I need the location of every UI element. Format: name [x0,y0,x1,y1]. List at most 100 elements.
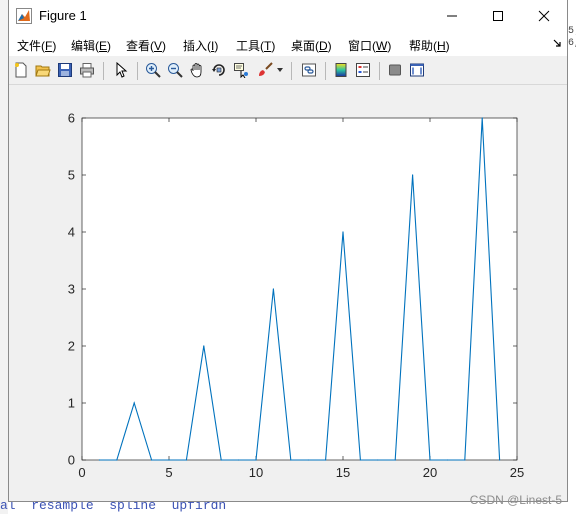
zoom-in-icon [146,63,161,78]
x-tick-label: 0 [78,465,85,480]
data-point [290,459,292,461]
open-file-icon [35,65,51,77]
figure-canvas[interactable]: 0 5 10 15 20 25 0 1 2 3 4 5 6 [9,85,567,501]
background-right-line: 5) [568,26,576,37]
data-point [307,459,309,461]
menu-help[interactable]: 帮助(H) [409,37,450,54]
data-point [203,345,205,347]
x-tick-label: 5 [165,465,172,480]
toolbar-separator [137,62,138,80]
close-button[interactable] [521,0,567,32]
y-tick-label: 5 [68,168,75,183]
data-point [151,459,153,461]
background-right-line: 6, [568,38,576,49]
save-icon [58,63,72,77]
menu-view[interactable]: 查看(V) [126,37,166,54]
data-point [394,459,396,461]
x-tick-label: 15 [336,465,350,480]
y-tick-label: 1 [68,396,75,411]
data-point [481,117,483,119]
link-plot-button[interactable] [299,60,319,80]
brush-button[interactable] [255,60,275,80]
data-point [272,288,274,290]
x-tick-label: 20 [423,465,437,480]
zoom-in-button[interactable] [143,60,163,80]
data-point [377,459,379,461]
y-tick-label: 2 [68,339,75,354]
data-point [359,459,361,461]
x-tick-label: 25 [510,465,524,480]
data-point [429,459,431,461]
background-editor-gutter [0,0,8,514]
show-plot-tools-icon [410,63,424,77]
save-button[interactable] [55,60,75,80]
menu-edit[interactable]: 编辑(E) [71,37,111,54]
data-point [185,459,187,461]
data-point [238,459,240,461]
print-button[interactable] [77,60,97,80]
data-point [499,459,501,461]
colorbar-icon [335,63,347,77]
data-cursor-button[interactable] [231,60,251,80]
data-point [255,459,257,461]
toolbar-separator [103,62,104,80]
open-file-button[interactable] [33,60,53,80]
data-point [342,231,344,233]
data-point [168,459,170,461]
data-cursor-icon [234,63,248,78]
hide-plot-tools-button[interactable] [385,60,405,80]
toolbar-separator [291,62,292,80]
menu-bar: 文件(F) 编辑(E) 查看(V) 插入(I) 工具(T) 桌面(D) 窗口(W… [9,32,567,56]
background-editor-right-text: 5) 6, [568,26,576,50]
dock-arrow-icon[interactable] [553,39,561,47]
data-point [133,402,135,404]
data-point [325,459,327,461]
watermark-text: CSDN @Linest-5 [469,493,562,507]
toolbar [9,56,567,85]
menu-desktop[interactable]: 桌面(D) [291,37,332,54]
data-point [116,459,118,461]
line-chart[interactable]: 0 5 10 15 20 25 0 1 2 3 4 5 6 [9,85,567,501]
title-bar[interactable]: Figure 1 [9,0,567,32]
legend-button[interactable] [353,60,373,80]
menu-window[interactable]: 窗口(W) [348,37,391,54]
hide-plot-tools-icon [389,64,401,76]
brush-dropdown-icon [277,68,283,72]
select-arrow-icon [116,62,128,78]
pan-hand-icon [190,63,202,78]
show-plot-tools-button[interactable] [407,60,427,80]
menu-tools[interactable]: 工具(T) [236,37,275,54]
x-tick-label: 10 [249,465,263,480]
rotate-3d-icon [212,64,225,76]
menu-file[interactable]: 文件(F) [17,37,56,54]
menu-insert[interactable]: 插入(I) [183,37,218,54]
select-button[interactable] [111,60,131,80]
data-point [98,459,100,461]
axes-box [81,117,518,461]
rotate-3d-button[interactable] [209,60,229,80]
maximize-button[interactable] [475,0,521,32]
zoom-out-icon [168,63,183,78]
figure-window: Figure 1 文件(F) 编辑(E) 查看(V) 插入(I) 工具(T) 桌… [8,0,568,502]
link-plot-icon [302,63,316,77]
y-tick-label: 3 [68,282,75,297]
data-point [220,459,222,461]
y-tick-label: 6 [68,111,75,126]
y-tick-label: 0 [68,453,75,468]
minimize-icon [447,15,457,17]
window-title: Figure 1 [39,8,87,23]
new-figure-button[interactable] [11,60,31,80]
minimize-button[interactable] [429,0,475,32]
y-tick-label: 4 [68,225,75,240]
matlab-logo-icon [16,8,32,24]
maximize-icon [493,11,503,21]
toolbar-separator [325,62,326,80]
toolbar-separator [379,62,380,80]
legend-icon [356,63,370,77]
colorbar-button[interactable] [331,60,351,80]
zoom-out-button[interactable] [165,60,185,80]
data-point [464,459,466,461]
brush-dropdown-button[interactable] [275,60,285,80]
pan-button[interactable] [187,60,207,80]
data-point [446,459,448,461]
